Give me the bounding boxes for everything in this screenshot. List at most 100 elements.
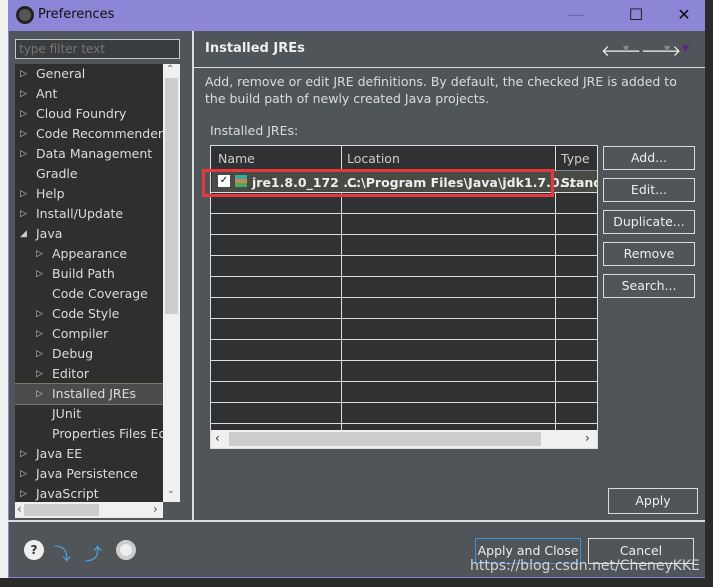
expand-arrow-icon[interactable]: ▷ <box>20 144 27 164</box>
tree-item[interactable]: ▷ Java EE <box>15 444 163 464</box>
tree-item[interactable]: Properties Files Editor <box>15 424 163 444</box>
apply-button[interactable]: Apply <box>608 488 698 514</box>
tree-item-label: Properties Files Editor <box>52 426 163 441</box>
filter-input[interactable] <box>15 39 180 59</box>
watermark: https://blog.csdn.net/CheneyKKE <box>470 558 700 574</box>
tree-item-label: General <box>36 66 86 81</box>
tree-item-label: Help <box>36 186 65 201</box>
expand-arrow-icon[interactable]: ▷ <box>20 124 27 144</box>
back-arrow-icon[interactable]: 🡐 <box>601 41 641 60</box>
expand-arrow-icon[interactable]: ▷ <box>20 104 27 124</box>
back-menu-icon[interactable]: ▼ <box>623 44 629 53</box>
tree-item[interactable]: Gradle <box>15 164 163 184</box>
tree-item-label: Ant <box>36 86 58 101</box>
tree-item-label: Code Coverage <box>52 286 148 301</box>
tree-item-label: Editor <box>52 366 89 381</box>
collapse-arrow-icon[interactable]: ◢ <box>20 224 27 244</box>
tree-item[interactable]: ▷ Help <box>15 184 163 204</box>
tree-item[interactable]: ◢ Java <box>15 224 163 244</box>
background-window <box>0 0 8 587</box>
tree-hscroll-thumb[interactable] <box>24 504 99 516</box>
tree-item-label: Code Style <box>52 306 120 321</box>
edit-button[interactable]: Edit... <box>603 178 695 202</box>
tree-item-label: Build Path <box>52 266 115 281</box>
tree-item[interactable]: ▷ Data Management <box>15 144 163 164</box>
expand-arrow-icon[interactable]: ▷ <box>36 324 43 344</box>
help-icon[interactable]: ? <box>24 540 44 560</box>
column-header-type[interactable]: Type <box>561 151 590 166</box>
title-bar: Preferences — ☐ ✕ <box>8 0 705 31</box>
tree-item[interactable]: ▷ Install/Update <box>15 204 163 224</box>
tree-item-label: Installed JREs <box>52 386 137 401</box>
maximize-button[interactable]: ☐ <box>621 4 651 26</box>
sash-divider[interactable] <box>192 31 194 521</box>
tree-item-label: JavaScript <box>36 486 99 501</box>
page-description: Add, remove or edit JRE definitions. By … <box>205 74 677 106</box>
column-header-location[interactable]: Location <box>347 151 400 166</box>
expand-arrow-icon[interactable]: ▷ <box>36 304 43 324</box>
eclipse-gear-icon <box>16 6 34 24</box>
view-menu-icon[interactable]: ▼ <box>682 44 689 54</box>
tree-item-label: Cloud Foundry <box>36 106 127 121</box>
tree-item[interactable]: ▷ Debug <box>15 344 163 364</box>
tree-item[interactable]: ▷ Code Style <box>15 304 163 324</box>
minimize-button[interactable]: — <box>561 4 591 26</box>
footer-separator <box>8 520 705 522</box>
preferences-tree: ▷ General ▷ Ant ▷ Cloud Foundry ▷ Code Recommen… <box>15 64 163 502</box>
expand-arrow-icon[interactable]: ▷ <box>20 84 27 104</box>
add-button[interactable]: Add... <box>603 146 695 170</box>
tree-item[interactable]: JUnit <box>15 404 163 424</box>
tree-item[interactable]: ▷ General <box>15 64 163 84</box>
expand-arrow-icon[interactable]: ▷ <box>20 204 27 224</box>
background-window <box>0 578 713 587</box>
tree-item[interactable]: ▷ Compiler <box>15 324 163 344</box>
tree-item[interactable]: ▷ Code Recommenders <box>15 124 163 144</box>
remove-button[interactable]: Remove <box>603 242 695 266</box>
column-header-name[interactable]: Name <box>218 151 255 166</box>
forward-arrow-icon[interactable]: 🡒 <box>641 41 681 60</box>
record-icon[interactable] <box>116 540 136 560</box>
jre-type: Stand. <box>561 175 597 190</box>
duplicate-button[interactable]: Duplicate... <box>603 210 695 234</box>
expand-arrow-icon[interactable]: ▷ <box>36 244 43 264</box>
export-icon[interactable]: ⤴ <box>85 540 105 565</box>
table-hscroll-thumb[interactable] <box>229 432 541 446</box>
page-title: Installed JREs <box>205 41 305 56</box>
tree-item-label: Java Persistence <box>36 466 138 481</box>
expand-arrow-icon[interactable]: ▷ <box>36 264 43 284</box>
forward-menu-icon[interactable]: ▼ <box>664 44 670 53</box>
import-icon[interactable]: ⤵ <box>54 540 74 565</box>
expand-arrow-icon[interactable]: ▷ <box>20 464 27 484</box>
tree-item[interactable]: ▷ Java Persistence <box>15 464 163 484</box>
tree-item[interactable]: ▷ Ant <box>15 84 163 104</box>
tree-item[interactable]: Code Coverage <box>15 284 163 304</box>
expand-arrow-icon[interactable]: ▷ <box>20 64 27 84</box>
tree-scroll-thumb[interactable] <box>165 78 178 314</box>
tree-item[interactable]: ▷ JavaScript <box>15 484 163 502</box>
expand-arrow-icon[interactable]: ▷ <box>36 364 43 384</box>
tree-item-label: JUnit <box>52 406 82 421</box>
highlight-annotation <box>202 169 554 197</box>
search-button[interactable]: Search... <box>603 274 695 298</box>
tree-item[interactable]: ▷ Appearance <box>15 244 163 264</box>
tree-item-label: Code Recommenders <box>36 126 163 141</box>
expand-arrow-icon[interactable]: ▷ <box>36 344 43 364</box>
expand-arrow-icon[interactable]: ▷ <box>20 484 27 502</box>
expand-arrow-icon[interactable]: ▷ <box>20 444 27 464</box>
tree-item-label: Gradle <box>36 166 78 181</box>
tree-item-label: Debug <box>52 346 94 361</box>
tree-item[interactable]: ▷ Cloud Foundry <box>15 104 163 124</box>
background-window <box>705 0 713 587</box>
tree-item-label: Java EE <box>36 446 83 461</box>
tree-item[interactable]: ▷ Installed JREs <box>15 383 163 405</box>
table-label: Installed JREs: <box>210 123 299 138</box>
tree-item-label: Compiler <box>52 326 109 341</box>
window-title: Preferences <box>38 7 115 22</box>
expand-arrow-icon[interactable]: ▷ <box>36 384 43 404</box>
tree-item[interactable]: ▷ Build Path <box>15 264 163 284</box>
expand-arrow-icon[interactable]: ▷ <box>20 184 27 204</box>
tree-item[interactable]: ▷ Editor <box>15 364 163 384</box>
tree-item-label: Appearance <box>52 246 128 261</box>
close-button[interactable]: ✕ <box>669 4 699 26</box>
tree-item-label: Java <box>36 226 63 241</box>
